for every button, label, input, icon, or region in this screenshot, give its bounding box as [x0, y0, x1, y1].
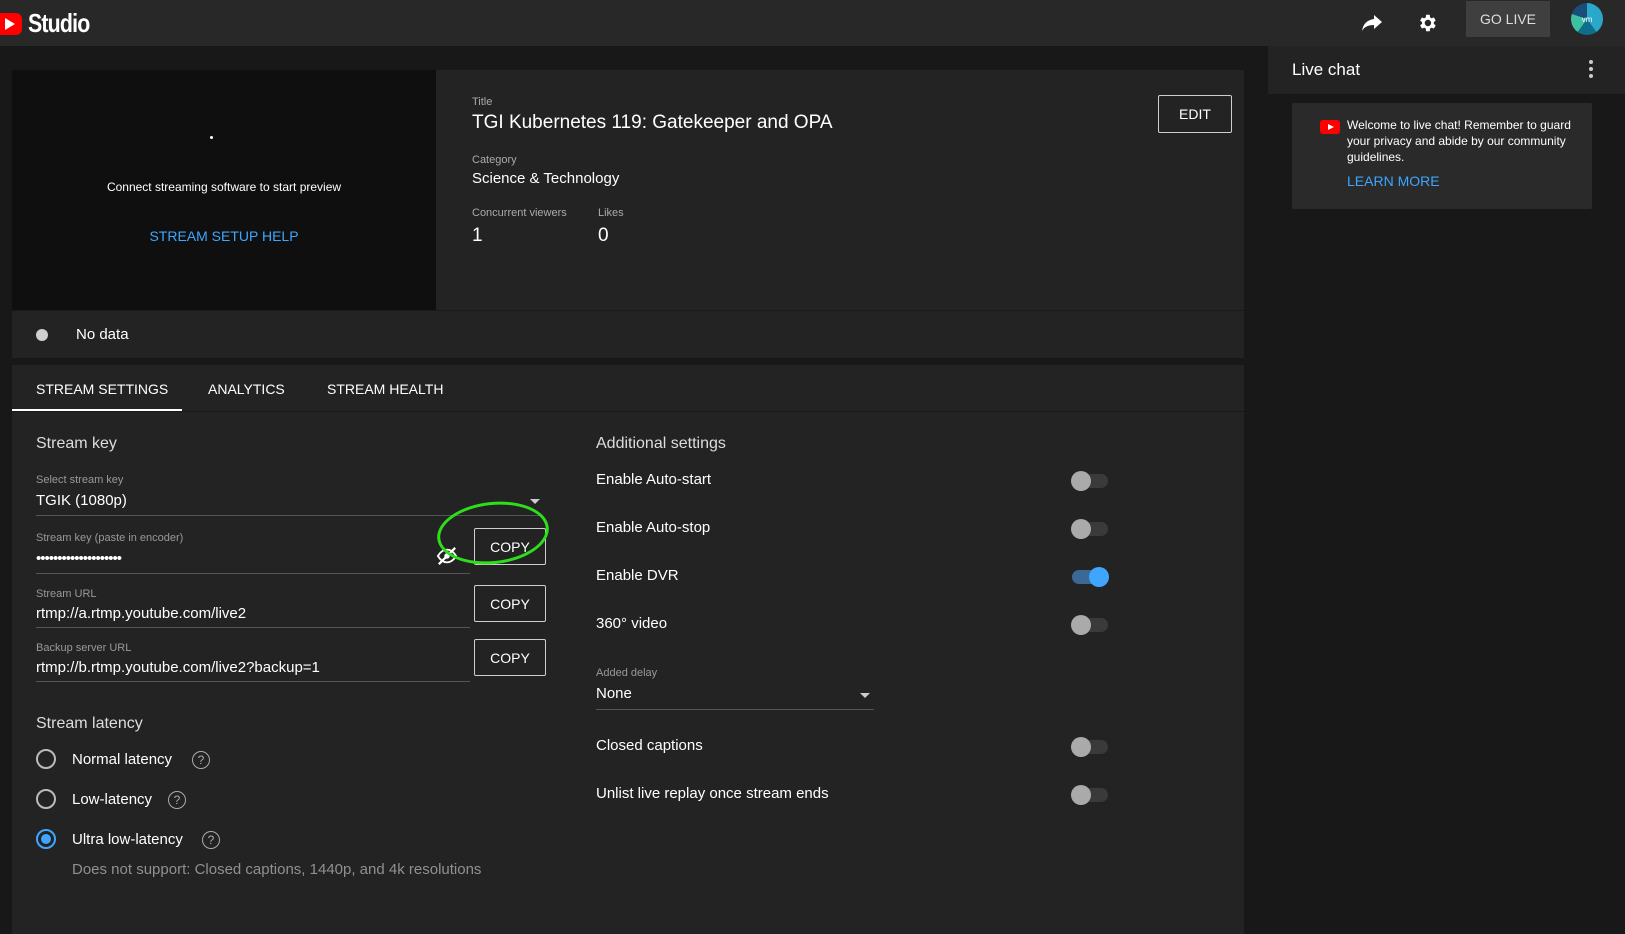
360-video-toggle[interactable]	[1071, 615, 1108, 635]
stream-key-title: Stream key	[36, 435, 117, 452]
copy-backup-url-button[interactable]: COPY	[474, 639, 546, 676]
main-panel: Connect streaming software to start prev…	[12, 70, 1244, 934]
added-delay-dropdown-icon[interactable]	[860, 693, 870, 698]
ultra-low-latency-label: Ultra low-latency	[72, 831, 183, 848]
stream-setup-help-link[interactable]: STREAM SETUP HELP	[12, 228, 436, 244]
dvr-label: Enable DVR	[596, 567, 679, 584]
latency-note: Does not support: Closed captions, 1440p…	[72, 861, 482, 878]
stream-preview: Connect streaming software to start prev…	[12, 70, 436, 310]
added-delay-label: Added delay	[596, 667, 658, 679]
select-stream-key-value[interactable]: TGIK (1080p)	[36, 492, 127, 509]
toggle-knob	[1071, 737, 1091, 757]
learn-more-link[interactable]: LEARN MORE	[1347, 173, 1440, 189]
360-video-label: 360° video	[596, 615, 668, 632]
status-text: No data	[76, 326, 129, 343]
category-value: Science & Technology	[472, 170, 620, 187]
avatar[interactable]: vm	[1571, 3, 1603, 35]
normal-latency-radio[interactable]	[36, 749, 56, 769]
stream-key-dropdown-icon[interactable]	[530, 499, 540, 504]
status-indicator	[36, 329, 48, 341]
auto-start-toggle[interactable]	[1071, 471, 1108, 491]
copy-stream-key-button[interactable]: COPY	[474, 528, 546, 565]
ultra-low-latency-radio[interactable]	[36, 829, 56, 849]
visibility-off-icon[interactable]	[436, 546, 458, 571]
stream-info-panel: Title TGI Kubernetes 119: Gatekeeper and…	[436, 70, 1244, 310]
chat-title: Live chat	[1292, 60, 1361, 79]
live-chat-panel: Live chat Welcome to live chat! Remember…	[1268, 46, 1625, 934]
stream-key-underline	[36, 573, 470, 574]
toggle-knob	[1071, 615, 1091, 635]
chat-welcome-card: Welcome to live chat! Remember to guard …	[1292, 103, 1592, 209]
title-label: Title	[472, 96, 493, 108]
youtube-icon	[1320, 120, 1340, 134]
stream-settings-panel: STREAM SETTINGS ANALYTICS STREAM HEALTH …	[12, 365, 1244, 934]
stream-key-value[interactable]: ••••••••••••••••••••	[36, 550, 122, 567]
tab-stream-health[interactable]: STREAM HEALTH	[327, 381, 443, 397]
tab-stream-settings[interactable]: STREAM SETTINGS	[36, 381, 168, 397]
ultra-low-latency-help-icon[interactable]: ?	[202, 831, 220, 849]
unlist-replay-toggle[interactable]	[1071, 785, 1108, 805]
avatar-text: vm	[1581, 14, 1593, 24]
stream-key-select-underline	[36, 515, 542, 516]
preview-message: Connect streaming software to start prev…	[106, 180, 342, 194]
top-bar: Studio GO LIVE vm	[0, 0, 1625, 46]
auto-start-label: Enable Auto-start	[596, 471, 712, 488]
backup-url-underline	[36, 681, 470, 682]
preview-loading-dot	[210, 136, 213, 139]
viewers-label: Concurrent viewers	[472, 207, 567, 219]
auto-stop-toggle[interactable]	[1071, 519, 1108, 539]
chat-header: Live chat	[1268, 46, 1625, 94]
dvr-toggle[interactable]	[1072, 567, 1109, 587]
closed-captions-label: Closed captions	[596, 737, 703, 754]
stream-url-underline	[36, 627, 470, 628]
added-delay-value[interactable]: None	[596, 685, 632, 702]
edit-button[interactable]: EDIT	[1158, 95, 1232, 133]
backup-url-value[interactable]: rtmp://b.rtmp.youtube.com/live2?backup=1	[36, 659, 320, 676]
stream-url-value[interactable]: rtmp://a.rtmp.youtube.com/live2	[36, 605, 246, 622]
likes-value: 0	[598, 225, 609, 246]
stream-latency-title: Stream latency	[36, 715, 143, 732]
logo-text: Studio	[28, 8, 90, 38]
stream-key-label: Stream key (paste in encoder)	[36, 532, 184, 544]
settings-gear-icon[interactable]	[1410, 6, 1444, 40]
select-stream-key-label: Select stream key	[36, 474, 124, 486]
normal-latency-help-icon[interactable]: ?	[192, 751, 210, 769]
likes-label: Likes	[598, 207, 624, 219]
copy-stream-url-button[interactable]: COPY	[474, 585, 546, 622]
stream-status-bar: No data	[12, 310, 1244, 358]
settings-tabs: STREAM SETTINGS ANALYTICS STREAM HEALTH	[12, 365, 1244, 412]
active-tab-indicator	[12, 409, 182, 411]
added-delay-underline	[596, 709, 874, 710]
more-vert-icon[interactable]	[1588, 60, 1594, 80]
chat-welcome-message: Welcome to live chat! Remember to guard …	[1347, 118, 1571, 164]
toggle-knob	[1071, 519, 1091, 539]
stream-url-label: Stream URL	[36, 588, 97, 600]
auto-stop-label: Enable Auto-stop	[596, 519, 711, 536]
additional-settings-title: Additional settings	[596, 435, 726, 452]
low-latency-radio[interactable]	[36, 789, 56, 809]
low-latency-help-icon[interactable]: ?	[168, 791, 186, 809]
stream-title: TGI Kubernetes 119: Gatekeeper and OPA	[472, 112, 833, 133]
unlist-replay-label: Unlist live replay once stream ends	[596, 785, 829, 802]
studio-logo[interactable]: Studio	[0, 8, 103, 39]
toggle-knob	[1071, 471, 1091, 491]
go-live-button[interactable]: GO LIVE	[1466, 1, 1550, 37]
category-label: Category	[472, 154, 517, 166]
low-latency-label: Low-latency	[72, 791, 153, 808]
backup-url-label: Backup server URL	[36, 642, 132, 654]
closed-captions-toggle[interactable]	[1071, 737, 1108, 757]
tab-analytics[interactable]: ANALYTICS	[208, 381, 285, 397]
toggle-knob	[1089, 567, 1109, 587]
viewers-value: 1	[472, 225, 483, 246]
normal-latency-label: Normal latency	[72, 751, 173, 768]
youtube-logo-icon	[0, 12, 22, 35]
toggle-knob	[1071, 785, 1091, 805]
share-icon[interactable]	[1355, 6, 1389, 40]
